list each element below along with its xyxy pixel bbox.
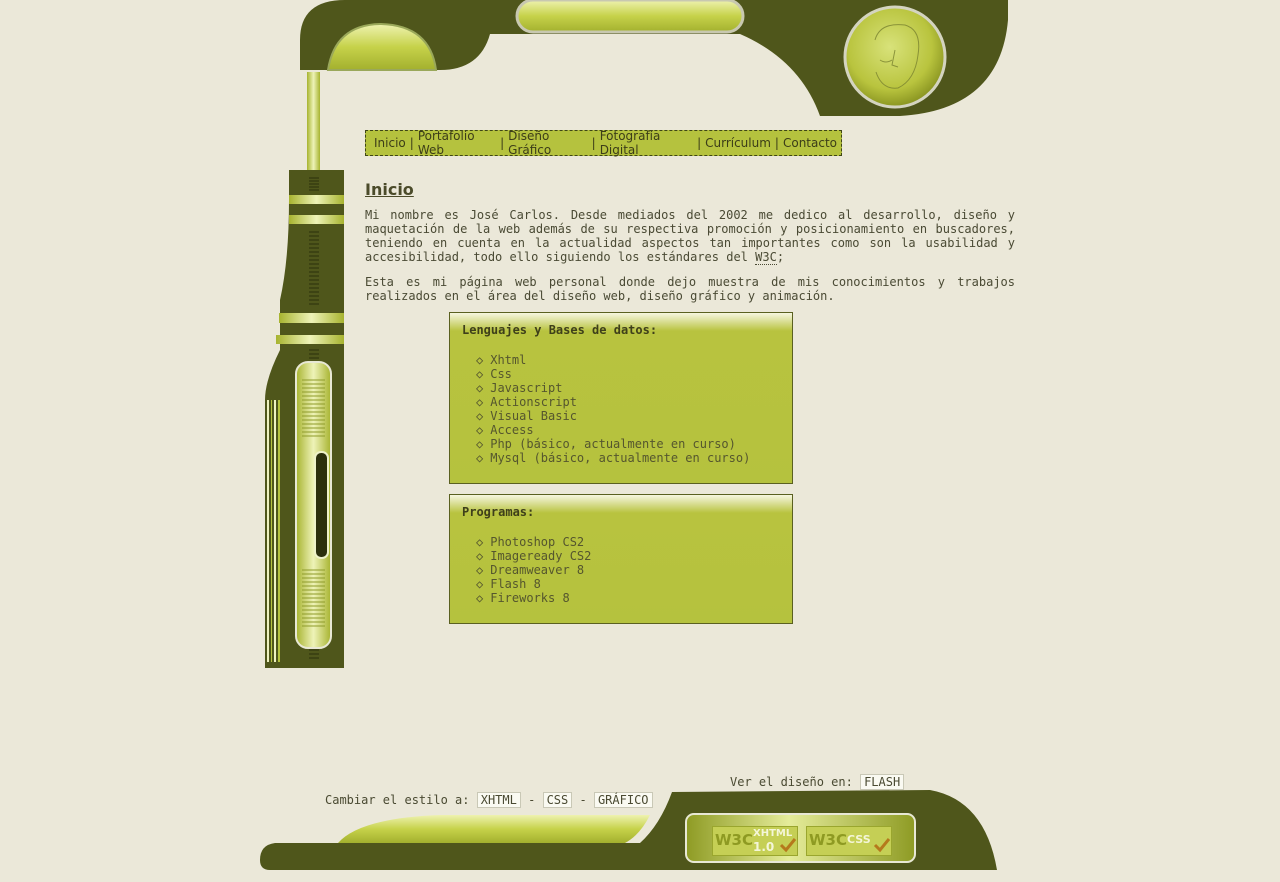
programs-list: ◇ Photoshop CS2 ◇ Imageready CS2 ◇ Dreamwea… xyxy=(462,535,780,605)
list-item-label: Actionscript xyxy=(490,395,577,409)
view-design-row: Ver el diseño en: FLASH xyxy=(730,774,905,790)
list-item-label: Access xyxy=(490,423,534,437)
programs-box: Programas: ◇ Photoshop CS2 ◇ Imageready CS… xyxy=(449,494,793,624)
flash-link[interactable]: FLASH xyxy=(860,774,905,790)
diamond-bullet-icon: ◇ xyxy=(476,591,484,605)
diamond-bullet-icon: ◇ xyxy=(476,535,484,549)
list-item-label: Fireworks 8 xyxy=(490,591,570,605)
list-item: ◇ Mysql (básico, actualmente en curso) xyxy=(476,451,780,465)
link-separator: - xyxy=(579,793,587,807)
style-switcher: Cambiar el estilo a: XHTML - CSS - GRÁFI… xyxy=(325,792,653,808)
list-item-label: Css xyxy=(490,367,512,381)
checkmark-icon xyxy=(779,838,797,853)
languages-box-title: Lenguajes y Bases de datos: xyxy=(462,323,658,337)
diamond-bullet-icon: ◇ xyxy=(476,437,484,451)
w3c-abbreviation[interactable]: W3C xyxy=(755,250,777,265)
list-item-label: Mysql (básico, actualmente en curso) xyxy=(490,451,751,465)
intro-text: Mi nombre es José Carlos. Desde mediados… xyxy=(365,208,1015,264)
w3c-css-badge[interactable]: W3C CSS xyxy=(806,826,892,856)
nav-item-inicio[interactable]: Inicio xyxy=(370,136,410,150)
change-style-label: Cambiar el estilo a: xyxy=(325,793,470,807)
badge-version: 1.0 xyxy=(753,840,775,854)
programs-box-title: Programas: xyxy=(462,505,535,519)
list-item-label: Xhtml xyxy=(490,353,527,367)
nav-item-fotografia-digital[interactable]: Fotografía Digital xyxy=(596,129,697,157)
list-item: ◇ Dreamweaver 8 xyxy=(476,563,780,577)
nav-item-diseno-grafico[interactable]: Diseño Gráfico xyxy=(504,129,592,157)
diamond-bullet-icon: ◇ xyxy=(476,577,484,591)
w3c-xhtml-badge[interactable]: W3C XHTML 1.0 xyxy=(712,826,798,856)
diamond-bullet-icon: ◇ xyxy=(476,381,484,395)
diamond-bullet-icon: ◇ xyxy=(476,395,484,409)
languages-list: ◇ Xhtml ◇ Css ◇ Javascript ◇ Actionscript ◇ V… xyxy=(462,353,780,465)
second-paragraph: Esta es mi página web personal donde dej… xyxy=(365,275,1015,303)
list-item: ◇ Fireworks 8 xyxy=(476,591,780,605)
list-item: ◇ Imageready CS2 xyxy=(476,549,780,563)
list-item: ◇ Visual Basic xyxy=(476,409,780,423)
list-item-label: Flash 8 xyxy=(490,577,541,591)
main-content: Inicio Mi nombre es José Carlos. Desde m… xyxy=(365,180,1015,314)
list-item: ◇ Photoshop CS2 xyxy=(476,535,780,549)
list-item: ◇ Flash 8 xyxy=(476,577,780,591)
diamond-bullet-icon: ◇ xyxy=(476,563,484,577)
list-item-label: Javascript xyxy=(490,381,563,395)
style-link-css[interactable]: CSS xyxy=(542,792,573,808)
nav-item-portafolio-web[interactable]: Portafolio Web xyxy=(414,129,500,157)
list-item-label: Imageready CS2 xyxy=(490,549,592,563)
page-title: Inicio xyxy=(365,180,414,199)
list-item-label: Photoshop CS2 xyxy=(490,535,585,549)
diamond-bullet-icon: ◇ xyxy=(476,353,484,367)
intro-paragraph: Mi nombre es José Carlos. Desde mediados… xyxy=(365,208,1015,265)
list-item: ◇ Actionscript xyxy=(476,395,780,409)
badge-name: CSS xyxy=(847,833,871,846)
list-item: ◇ Css xyxy=(476,367,780,381)
style-link-xhtml[interactable]: XHTML xyxy=(476,792,521,808)
list-item-label: Php (básico, actualmente en curso) xyxy=(490,437,736,451)
view-design-label: Ver el diseño en: xyxy=(730,775,853,789)
diamond-bullet-icon: ◇ xyxy=(476,367,484,381)
w3c-logo-text: W3C xyxy=(809,831,847,849)
main-nav: Inicio | Portafolio Web | Diseño Gráfico | … xyxy=(365,129,842,157)
nav-item-contacto[interactable]: Contacto xyxy=(779,136,841,150)
intro-text-end: ; xyxy=(776,250,785,264)
w3c-logo-text: W3C xyxy=(715,831,753,849)
diamond-bullet-icon: ◇ xyxy=(476,409,484,423)
list-item: ◇ Xhtml xyxy=(476,353,780,367)
style-link-grafico[interactable]: GRÁFICO xyxy=(593,792,653,808)
checkmark-icon xyxy=(873,838,891,853)
diamond-bullet-icon: ◇ xyxy=(476,549,484,563)
languages-box: Lenguajes y Bases de datos: ◇ Xhtml ◇ Css … xyxy=(449,312,793,484)
list-item-label: Dreamweaver 8 xyxy=(490,563,585,577)
list-item-label: Visual Basic xyxy=(490,409,577,423)
link-separator: - xyxy=(528,793,536,807)
nav-item-curriculum[interactable]: Currículum xyxy=(701,136,775,150)
diamond-bullet-icon: ◇ xyxy=(476,423,484,437)
list-item: ◇ Access xyxy=(476,423,780,437)
list-item: ◇ Javascript xyxy=(476,381,780,395)
diamond-bullet-icon: ◇ xyxy=(476,451,484,465)
list-item: ◇ Php (básico, actualmente en curso) xyxy=(476,437,780,451)
